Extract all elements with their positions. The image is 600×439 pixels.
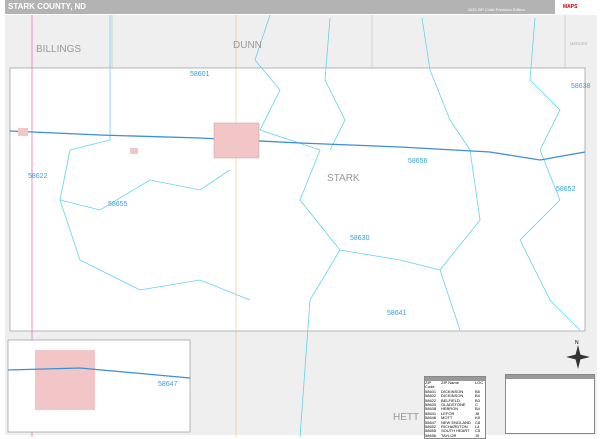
table-cell: TAYLOR [441, 432, 457, 438]
table-cell: 58656 [425, 432, 437, 438]
city-dickinson [213, 122, 260, 159]
logo-text: MAPS [563, 4, 578, 10]
zip-label: 58652 [556, 186, 576, 193]
map-legend [505, 374, 595, 434]
map-canvas[interactable]: BILLINGS DUNN MERCER HETT STARK 58601 58… [0, 0, 600, 437]
county-label-mercer: MERCER [570, 41, 587, 46]
county-label-billings: BILLINGS [36, 44, 81, 55]
zip-label: 58630 [350, 235, 370, 242]
header-bar: STARK COUNTY, ND 2020 ZIP Code Premium E… [5, 0, 585, 14]
zip-label: 58641 [387, 310, 407, 317]
zip-label: 58622 [28, 173, 48, 180]
logo: MAPS [555, 0, 600, 14]
county-label-dunn: DUNN [233, 40, 262, 51]
table-row: 58656 TAYLOR J5 [425, 432, 485, 438]
inset-city [35, 350, 95, 410]
svg-text:N: N [575, 340, 579, 346]
county-area [9, 67, 586, 332]
county-label-stark: STARK [327, 173, 360, 184]
table-cell: J5 [475, 432, 480, 438]
zip-label: 58647 [158, 381, 178, 388]
zip-label: 58655 [108, 201, 128, 208]
zip-table: ZIP Code ZIP Name LOC 58601 DICKINSON B5 5860… [424, 376, 486, 439]
zip-label: 58656 [408, 158, 428, 165]
city-belfield [18, 128, 28, 136]
zip-label: 58638 [571, 83, 591, 90]
zip-label: 58601 [190, 71, 210, 78]
edition-label: 2020 ZIP Code Premium Edition [467, 7, 525, 12]
county-label-hettinger: HETT [393, 412, 419, 423]
city-south-heart [130, 148, 138, 154]
page-title: STARK COUNTY, ND [8, 2, 87, 11]
